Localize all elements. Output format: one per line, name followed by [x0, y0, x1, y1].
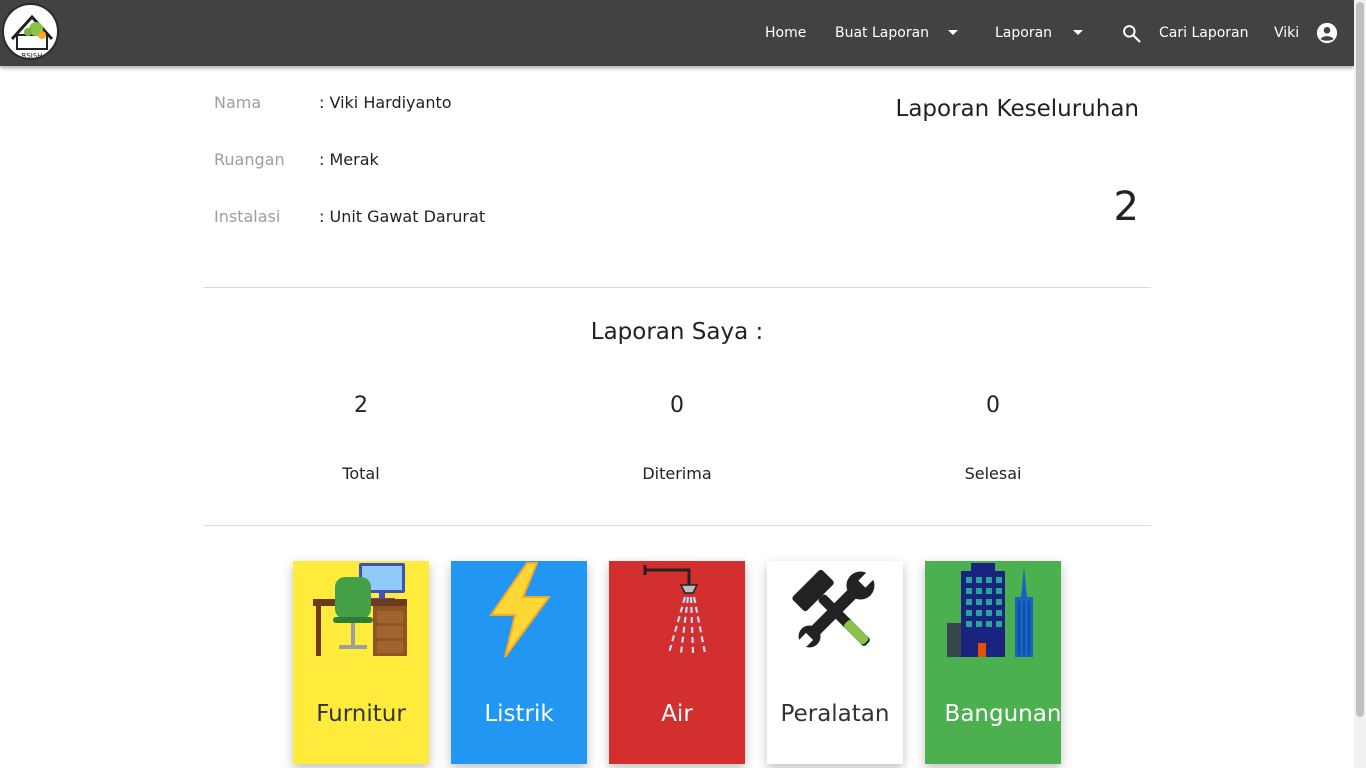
- divider-bottom: [203, 525, 1151, 526]
- category-card-equipment[interactable]: Peralatan: [767, 561, 903, 764]
- nav-user[interactable]: Viki: [1274, 0, 1299, 66]
- category-card-water[interactable]: Air: [609, 561, 745, 764]
- stat-total-label: Total: [342, 464, 380, 483]
- page-scrollbar[interactable]: [1354, 0, 1366, 768]
- category-label: Air: [661, 701, 693, 727]
- stat-done-label: Selesai: [964, 464, 1022, 483]
- nav-search-reports[interactable]: Cari Laporan: [1159, 0, 1249, 66]
- shower-icon: [643, 565, 707, 654]
- stat-done-value: 0: [986, 393, 1000, 418]
- nav-create-report[interactable]: Buat Laporan: [835, 0, 929, 66]
- reports-dropdown-icon[interactable]: [1073, 30, 1083, 35]
- lightning-icon: [489, 562, 551, 658]
- name-label: Nama: [214, 93, 262, 112]
- category-label: Furnitur: [316, 701, 406, 727]
- my-reports-title: Laporan Saya :: [590, 319, 764, 345]
- stat-accepted-value: 0: [670, 393, 684, 418]
- svg-text:RSJSH: RSJSH: [21, 52, 42, 60]
- installation-label: Instalasi: [214, 207, 281, 226]
- stat-accepted-label: Diterima: [642, 464, 712, 483]
- nav-home[interactable]: Home: [765, 0, 806, 66]
- search-icon[interactable]: [1121, 23, 1142, 44]
- divider-top: [203, 287, 1151, 288]
- tools-icon: [792, 569, 875, 650]
- room-label: Ruangan: [214, 150, 285, 169]
- account-circle-icon[interactable]: [1316, 22, 1338, 44]
- category-card-furniture[interactable]: Furnitur: [293, 561, 429, 764]
- name-value: : Viki Hardiyanto: [319, 93, 452, 112]
- overall-reports-count: 2: [1113, 184, 1139, 230]
- furniture-icon: [313, 563, 407, 656]
- overall-reports-title: Laporan Keseluruhan: [895, 96, 1140, 122]
- top-navbar: RSJSH Home Buat Laporan Laporan Cari Lap…: [0, 0, 1354, 66]
- category-label: Listrik: [484, 701, 554, 727]
- nav-reports[interactable]: Laporan: [995, 0, 1052, 66]
- category-card-electricity[interactable]: Listrik: [451, 561, 587, 764]
- building-icon: [947, 563, 1033, 657]
- category-label: Peralatan: [780, 701, 890, 727]
- installation-value: : Unit Gawat Darurat: [319, 207, 486, 226]
- scrollbar-thumb[interactable]: [1356, 2, 1364, 717]
- stat-total-value: 2: [354, 393, 368, 418]
- room-value: : Merak: [319, 150, 379, 169]
- category-label: Bangunan: [944, 701, 1061, 727]
- category-card-building[interactable]: Bangunan: [925, 561, 1061, 764]
- create-report-dropdown-icon[interactable]: [948, 30, 958, 35]
- rsjsh-logo[interactable]: RSJSH: [2, 3, 59, 60]
